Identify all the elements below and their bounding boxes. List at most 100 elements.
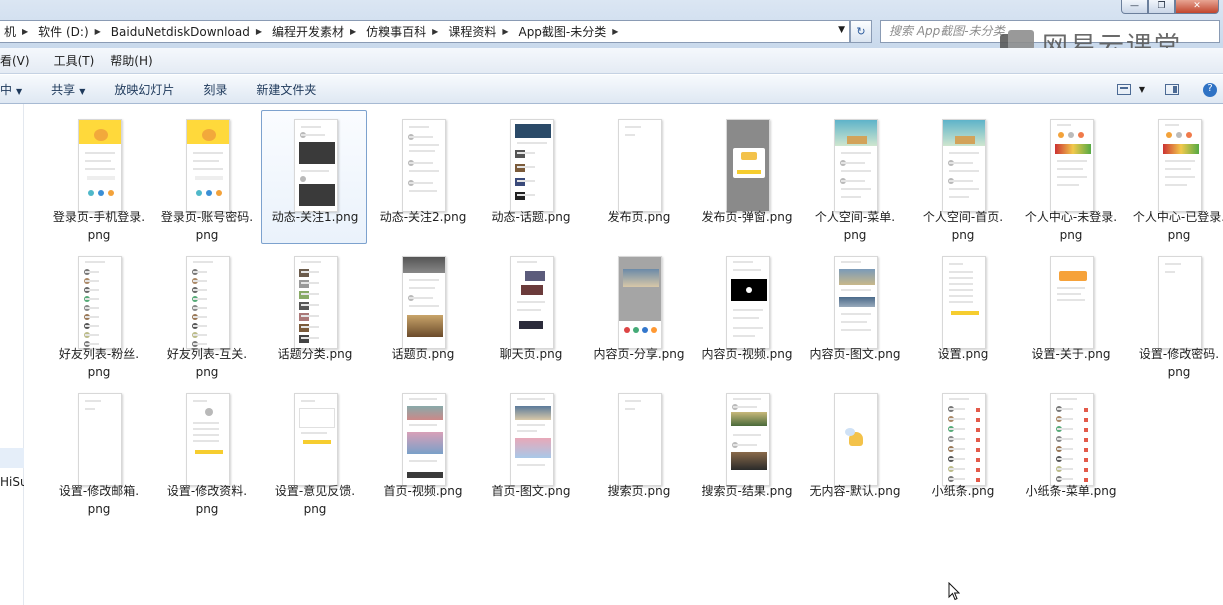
file-item[interactable]: 搜索页-结果.png — [693, 384, 799, 518]
file-item[interactable]: 动态-关注2.png — [369, 110, 475, 244]
refresh-button[interactable]: ↻ — [850, 20, 872, 43]
file-item[interactable]: 小纸条.png — [909, 384, 1015, 518]
image-thumbnail[interactable] — [618, 393, 662, 486]
file-name[interactable]: 搜索页.png — [580, 482, 698, 500]
file-name[interactable]: 设置-关于.png — [1012, 345, 1130, 363]
file-name[interactable]: 个人中心-已登录. png — [1120, 208, 1223, 244]
image-thumbnail[interactable] — [726, 393, 770, 486]
file-name[interactable]: 登录页-手机登录. png — [40, 208, 158, 244]
file-name[interactable]: 搜索页-结果.png — [688, 482, 806, 500]
file-name[interactable]: 话题页.png — [364, 345, 482, 363]
file-item[interactable]: 个人中心-已登录. png — [1125, 110, 1223, 244]
breadcrumb-item[interactable]: 仿糗事百科 — [362, 21, 428, 42]
image-thumbnail[interactable] — [186, 393, 230, 486]
toolbar-burn-button[interactable]: 刻录 — [203, 81, 227, 98]
file-item[interactable]: 设置.png — [909, 247, 1015, 381]
file-item[interactable]: 话题分类.png — [261, 247, 367, 381]
breadcrumb-separator-icon[interactable]: ▶ — [428, 27, 444, 36]
image-thumbnail[interactable] — [834, 119, 878, 212]
file-item[interactable]: 聊天页.png — [477, 247, 583, 381]
file-name[interactable]: 好友列表-粉丝. png — [40, 345, 158, 381]
file-name[interactable]: 发布页-弹窗.png — [688, 208, 806, 226]
image-thumbnail[interactable] — [402, 393, 446, 486]
file-name[interactable]: 话题分类.png — [256, 345, 374, 363]
file-name[interactable]: 内容页-图文.png — [796, 345, 914, 363]
file-item[interactable]: 小纸条-菜单.png — [1017, 384, 1123, 518]
image-thumbnail[interactable] — [1050, 119, 1094, 212]
image-thumbnail[interactable] — [834, 256, 878, 349]
image-thumbnail[interactable] — [618, 256, 662, 349]
view-options-chevron-icon[interactable]: ▼ — [1139, 85, 1145, 94]
image-thumbnail[interactable] — [186, 119, 230, 212]
file-name[interactable]: 首页-图文.png — [472, 482, 590, 500]
file-item[interactable]: 内容页-视频.png — [693, 247, 799, 381]
file-name[interactable]: 无内容-默认.png — [796, 482, 914, 500]
file-name[interactable]: 好友列表-互关. png — [148, 345, 266, 381]
file-grid[interactable]: 登录页-手机登录. png 登录页-账号密码. png 动态-关注1.png 动… — [25, 104, 1223, 605]
menu-view[interactable]: 看(V) — [0, 52, 38, 69]
image-thumbnail[interactable] — [1050, 256, 1094, 349]
file-name[interactable]: 设置-修改密码. png — [1120, 345, 1223, 381]
file-item[interactable]: 内容页-分享.png — [585, 247, 691, 381]
file-name[interactable]: 聊天页.png — [472, 345, 590, 363]
breadcrumb-separator-icon[interactable]: ▶ — [18, 27, 34, 36]
file-item[interactable]: 搜索页.png — [585, 384, 691, 518]
file-item[interactable]: 话题页.png — [369, 247, 475, 381]
breadcrumb-item[interactable]: 机 — [0, 21, 18, 42]
menu-tools[interactable]: 工具(T) — [54, 52, 103, 69]
preview-pane-icon[interactable] — [1165, 84, 1179, 95]
file-name[interactable]: 动态-话题.png — [472, 208, 590, 226]
file-name[interactable]: 登录页-账号密码. png — [148, 208, 266, 244]
file-item[interactable]: 设置-关于.png — [1017, 247, 1123, 381]
image-thumbnail[interactable] — [942, 256, 986, 349]
nav-selected-item[interactable] — [0, 448, 24, 468]
file-name[interactable]: 小纸条-菜单.png — [1012, 482, 1130, 500]
file-item[interactable]: 登录页-账号密码. png — [153, 110, 259, 244]
file-item[interactable]: 动态-关注1.png — [261, 110, 367, 244]
image-thumbnail[interactable] — [78, 256, 122, 349]
image-thumbnail[interactable] — [1158, 119, 1202, 212]
file-name[interactable]: 发布页.png — [580, 208, 698, 226]
toolbar-slideshow-button[interactable]: 放映幻灯片 — [114, 81, 174, 98]
image-thumbnail[interactable] — [942, 393, 986, 486]
file-item[interactable]: 好友列表-互关. png — [153, 247, 259, 381]
breadcrumb-item[interactable]: App截图-未分类 — [514, 21, 608, 42]
navigation-pane[interactable]: HiSu — [0, 104, 24, 605]
file-item[interactable]: 动态-话题.png — [477, 110, 583, 244]
breadcrumb-separator-icon[interactable]: ▶ — [608, 27, 624, 36]
close-button[interactable]: ✕ — [1175, 0, 1219, 14]
file-item[interactable]: 个人空间-首页. png — [909, 110, 1015, 244]
image-thumbnail[interactable] — [942, 119, 986, 212]
file-item[interactable]: 首页-图文.png — [477, 384, 583, 518]
file-name[interactable]: 内容页-分享.png — [580, 345, 698, 363]
image-thumbnail[interactable] — [294, 119, 338, 212]
file-item[interactable]: 设置-修改邮箱. png — [45, 384, 151, 518]
file-name[interactable]: 设置.png — [904, 345, 1022, 363]
file-name[interactable]: 动态-关注2.png — [364, 208, 482, 226]
file-name[interactable]: 设置-修改邮箱. png — [40, 482, 158, 518]
help-icon[interactable]: ? — [1203, 82, 1217, 97]
file-name[interactable]: 个人中心-未登录. png — [1012, 208, 1130, 244]
file-item[interactable]: 设置-意见反馈. png — [261, 384, 367, 518]
image-thumbnail[interactable] — [78, 119, 122, 212]
file-name[interactable]: 动态-关注1.png — [256, 208, 374, 226]
breadcrumb-item[interactable]: 软件 (D:) — [34, 21, 90, 42]
image-thumbnail[interactable] — [726, 119, 770, 212]
file-item[interactable]: 内容页-图文.png — [801, 247, 907, 381]
file-item[interactable]: 个人中心-未登录. png — [1017, 110, 1123, 244]
toolbar-include-button[interactable]: 中 ▼ — [0, 81, 22, 98]
minimize-button[interactable]: — — [1121, 0, 1148, 14]
menu-help[interactable]: 帮助(H) — [110, 52, 160, 69]
file-name[interactable]: 设置-意见反馈. png — [256, 482, 374, 518]
breadcrumb-item[interactable]: 课程资料 — [444, 21, 498, 42]
file-name[interactable]: 个人空间-首页. png — [904, 208, 1022, 244]
breadcrumb-separator-icon[interactable]: ▶ — [91, 27, 107, 36]
image-thumbnail[interactable] — [510, 119, 554, 212]
file-name[interactable]: 首页-视频.png — [364, 482, 482, 500]
address-bar[interactable]: 机 ▶ 软件 (D:) ▶ BaiduNetdiskDownload ▶ 编程开发素材 ▶ 仿糗… — [0, 20, 850, 43]
image-thumbnail[interactable] — [402, 256, 446, 349]
image-thumbnail[interactable] — [726, 256, 770, 349]
file-name[interactable]: 小纸条.png — [904, 482, 1022, 500]
file-item[interactable]: 发布页-弹窗.png — [693, 110, 799, 244]
image-thumbnail[interactable] — [78, 393, 122, 486]
